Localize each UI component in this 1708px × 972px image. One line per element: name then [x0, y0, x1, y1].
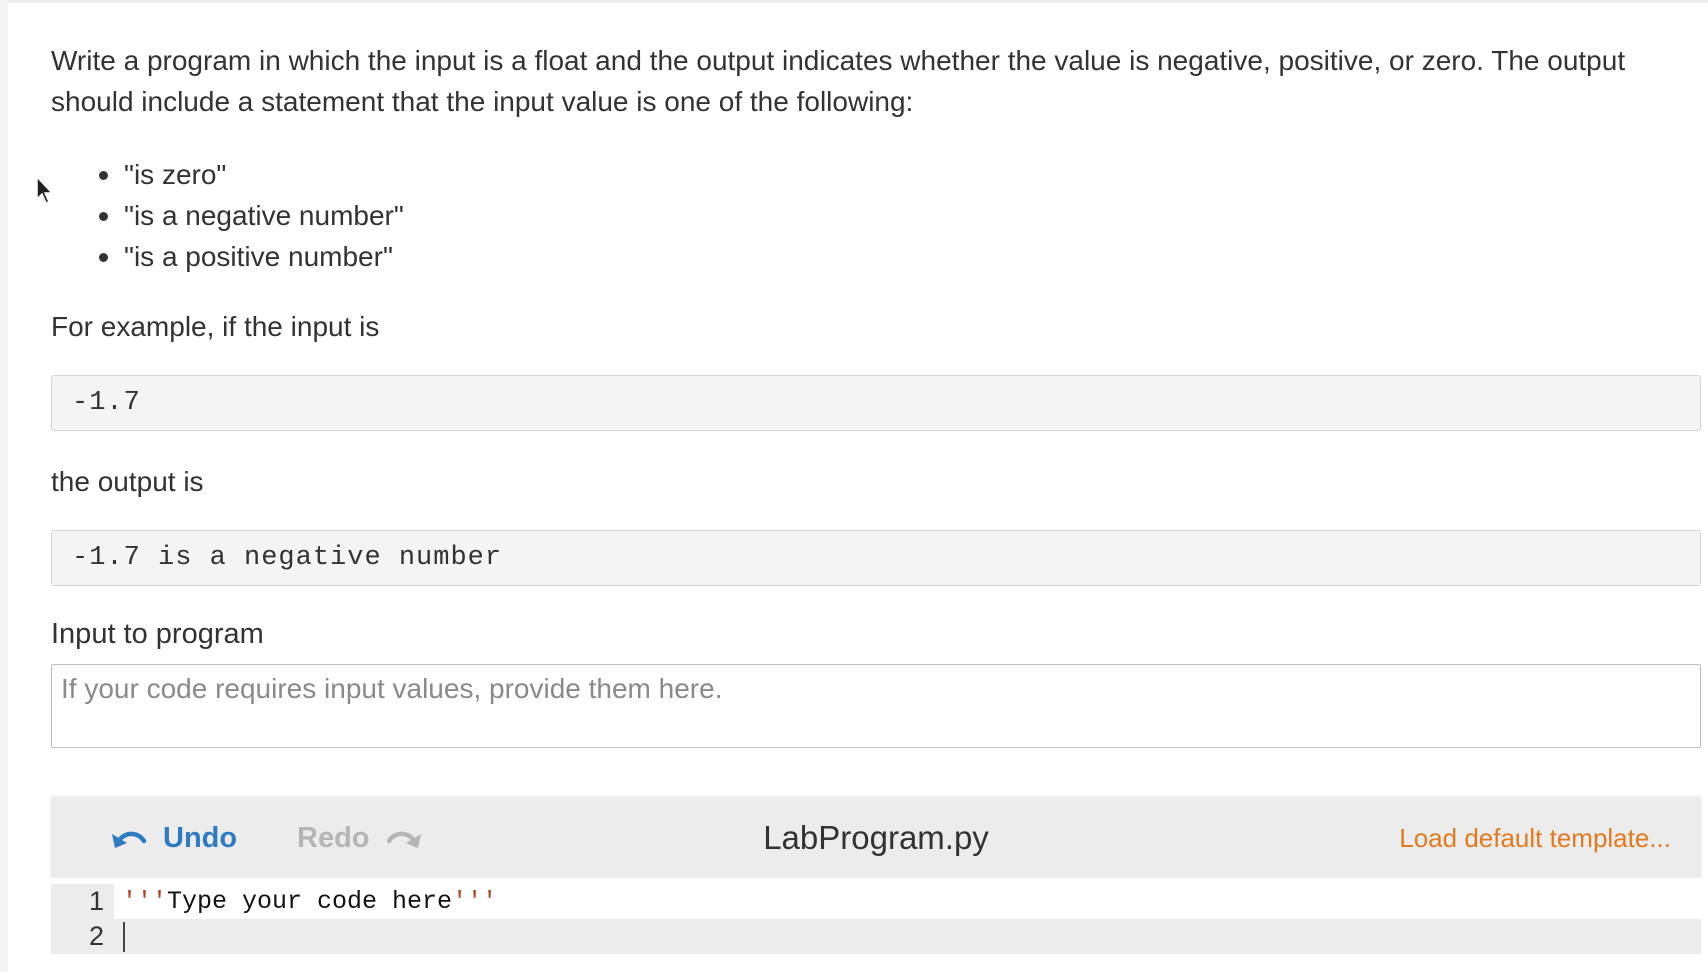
list-item: "is zero"	[99, 154, 1701, 195]
code-line-active[interactable]: 2	[51, 919, 1701, 954]
redo-label: Redo	[297, 821, 370, 854]
line-number: 1	[51, 884, 114, 919]
problem-statement: Write a program in which the input is a …	[51, 40, 1701, 748]
list-item: "is a positive number"	[99, 236, 1701, 277]
problem-intro: Write a program in which the input is a …	[51, 45, 1626, 117]
code-area[interactable]: 1 '''Type your code here''' 2	[51, 884, 1701, 954]
text-caret	[123, 921, 125, 952]
program-input-title: Input to program	[51, 618, 264, 650]
undo-arrow-icon	[111, 826, 163, 850]
mouse-pointer-icon	[36, 175, 56, 211]
load-default-template-link[interactable]: Load default template...	[1399, 798, 1671, 878]
editor-toolbar: Undo Redo LabProgram.py Load default tem…	[51, 798, 1701, 878]
string-quote-open: '''	[122, 887, 168, 916]
line-number: 2	[51, 919, 114, 954]
undo-button[interactable]: Undo	[111, 798, 237, 878]
code-line-text: '''Type your code here'''	[114, 887, 497, 916]
example-input-label: For example, if the input is	[51, 311, 380, 342]
string-quote-close: '''	[452, 887, 498, 916]
code-editor: Undo Redo LabProgram.py Load default tem…	[51, 798, 1701, 954]
left-border	[0, 0, 8, 972]
example-output-label: the output is	[51, 466, 204, 497]
example-input-block: -1.7	[51, 375, 1701, 431]
redo-arrow-icon	[370, 826, 422, 850]
example-output-block: -1.7 is a negative number	[51, 530, 1701, 586]
redo-button[interactable]: Redo	[297, 798, 422, 878]
program-input-field[interactable]	[51, 664, 1701, 748]
top-border	[0, 0, 1708, 3]
undo-label: Undo	[163, 821, 238, 854]
string-content: Type your code here	[167, 887, 453, 916]
list-item: "is a negative number"	[99, 195, 1701, 236]
code-line[interactable]: 1 '''Type your code here'''	[51, 884, 1701, 919]
output-options-list: "is zero" "is a negative number" "is a p…	[51, 154, 1701, 277]
